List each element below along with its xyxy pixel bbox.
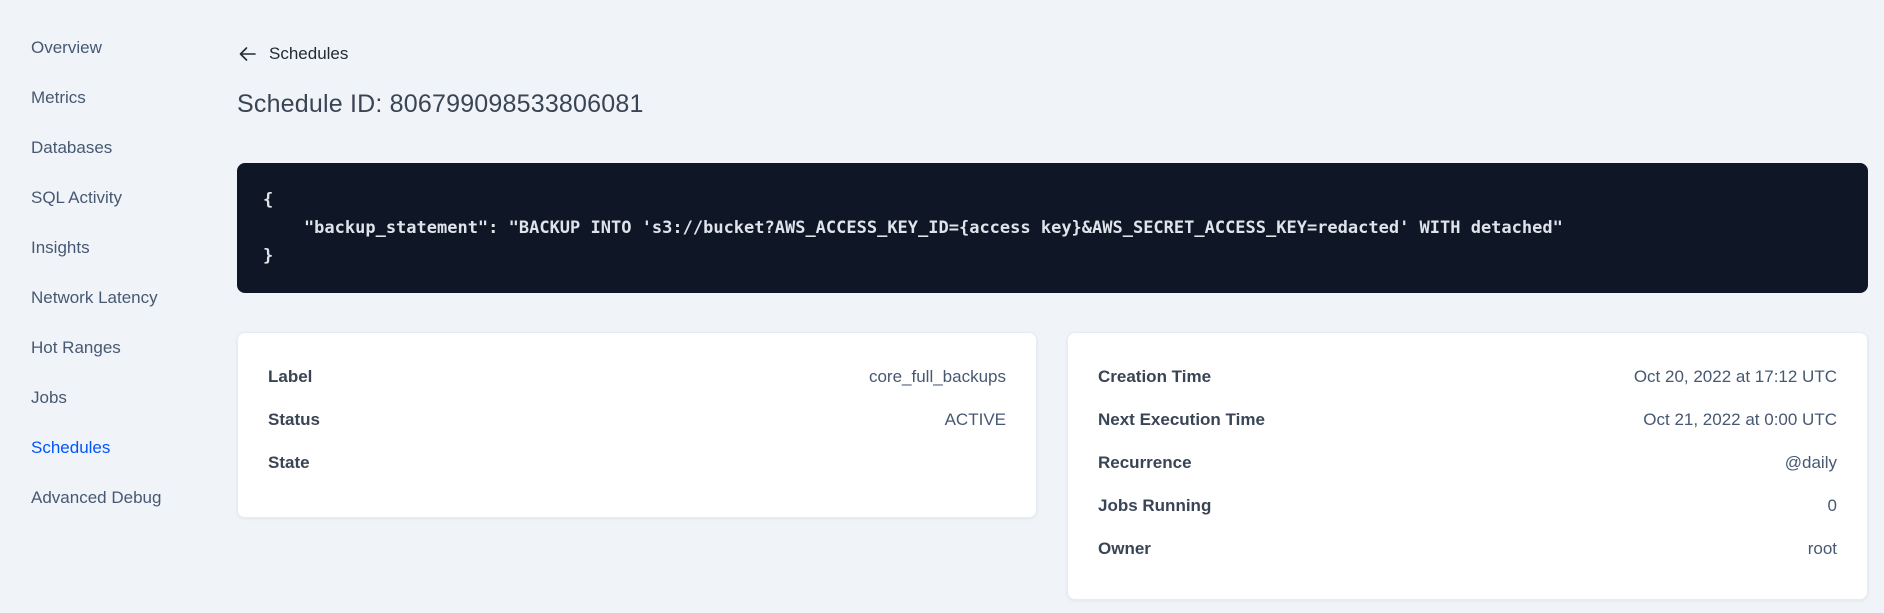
sidebar-item-advanced-debug[interactable]: Advanced Debug: [0, 473, 196, 523]
summary-row-recurrence: Recurrence @daily: [1098, 441, 1837, 484]
sidebar-nav-list: Overview Metrics Databases SQL Activity …: [0, 0, 196, 523]
summary-row-label: Label core_full_backups: [268, 355, 1006, 398]
row-label: Creation Time: [1098, 366, 1212, 386]
row-value: Oct 20, 2022 at 17:12 UTC: [1633, 366, 1837, 386]
row-value: 0: [1827, 495, 1837, 515]
summary-row-creation-time: Creation Time Oct 20, 2022 at 17:12 UTC: [1098, 355, 1837, 398]
back-link-label: Schedules: [269, 44, 349, 63]
execution-details-card: Creation Time Oct 20, 2022 at 17:12 UTC …: [1067, 332, 1868, 600]
row-value: @daily: [1784, 452, 1837, 472]
summary-row-jobs-running: Jobs Running 0: [1098, 484, 1837, 527]
sidebar-item-overview[interactable]: Overview: [0, 23, 196, 73]
row-value: root: [1807, 538, 1837, 558]
sidebar-item-databases[interactable]: Databases: [0, 123, 196, 173]
sidebar-item-sql-activity[interactable]: SQL Activity: [0, 173, 196, 223]
sidebar-item-metrics[interactable]: Metrics: [0, 73, 196, 123]
back-to-schedules-link[interactable]: Schedules: [239, 44, 348, 64]
row-value: ACTIVE: [944, 409, 1006, 429]
sidebar-item-hot-ranges[interactable]: Hot Ranges: [0, 323, 196, 373]
schedule-summary-card: Label core_full_backups Status ACTIVE St…: [237, 332, 1037, 518]
backup-statement-code-block: { "backup_statement": "BACKUP INTO 's3:/…: [237, 163, 1868, 293]
summary-row-status: Status ACTIVE: [268, 398, 1006, 441]
row-label: Status: [268, 409, 320, 429]
back-arrow-icon: [239, 47, 256, 61]
code-line: }: [263, 246, 274, 266]
sidebar-item-insights[interactable]: Insights: [0, 223, 196, 273]
sidebar: Overview Metrics Databases SQL Activity …: [0, 0, 196, 613]
sidebar-item-schedules[interactable]: Schedules: [0, 423, 196, 473]
row-label: Jobs Running: [1098, 495, 1212, 515]
row-label: Owner: [1098, 538, 1151, 558]
row-value: core_full_backups: [868, 366, 1006, 386]
sidebar-item-jobs[interactable]: Jobs: [0, 373, 196, 423]
row-label: State: [268, 452, 310, 472]
code-line: "backup_statement": "BACKUP INTO 's3://b…: [263, 218, 1563, 238]
summary-row-state: State: [268, 441, 1006, 484]
row-label: Recurrence: [1098, 452, 1192, 472]
summary-row-next-execution-time: Next Execution Time Oct 21, 2022 at 0:00…: [1098, 398, 1837, 441]
row-value: Oct 21, 2022 at 0:00 UTC: [1643, 409, 1837, 429]
row-label: Next Execution Time: [1098, 409, 1265, 429]
summary-row-owner: Owner root: [1098, 527, 1837, 570]
code-line: {: [263, 190, 274, 210]
page-title: Schedule ID: 806799098533806081: [237, 90, 644, 118]
sidebar-item-network-latency[interactable]: Network Latency: [0, 273, 196, 323]
row-label: Label: [268, 366, 313, 386]
